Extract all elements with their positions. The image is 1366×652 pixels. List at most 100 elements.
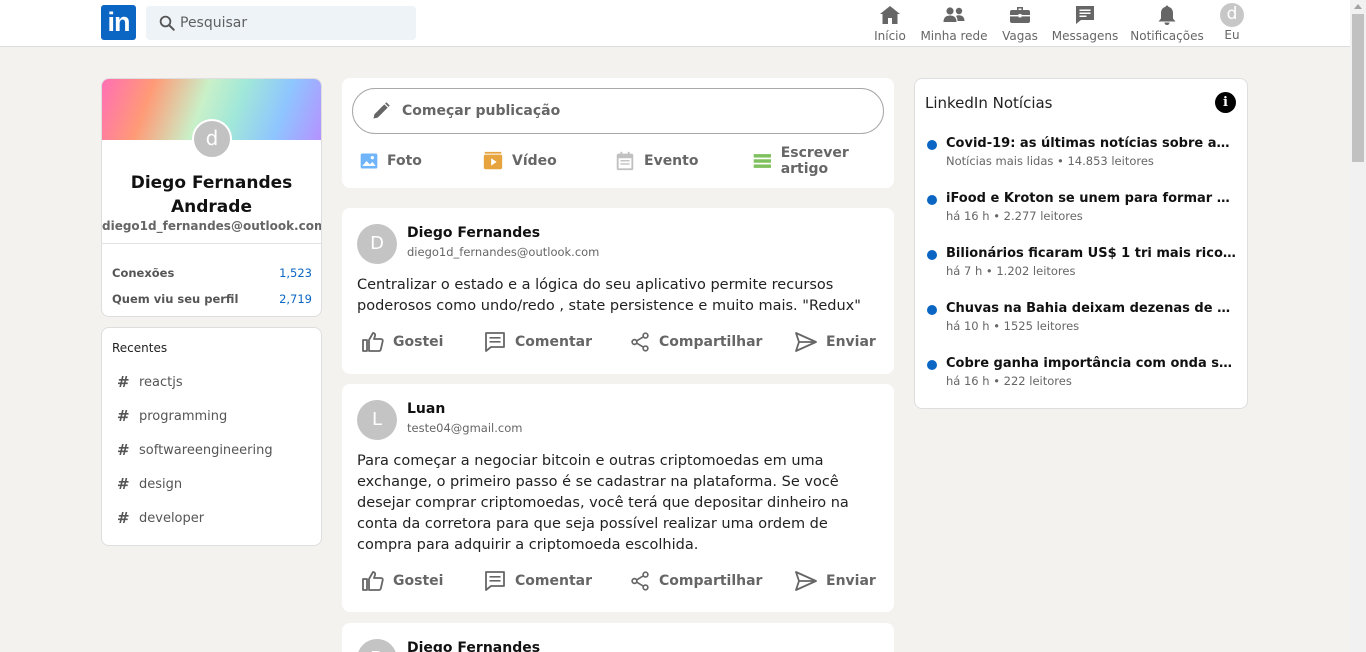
connections-stat[interactable]: Conexões 1,523 (112, 266, 312, 280)
post-card: D Diego Fernandes diego1d_fernandes@outl… (342, 208, 894, 374)
event-button[interactable]: Evento (614, 150, 698, 172)
comment-icon (485, 332, 505, 352)
hashtag-icon: # (117, 441, 130, 459)
profile-views-stat[interactable]: Quem viu seu perfil 2,719 (112, 292, 312, 306)
send-icon (795, 571, 817, 591)
nav-network[interactable]: Minha rede (920, 2, 988, 46)
thumbs-up-icon (362, 571, 384, 591)
nav-me[interactable]: d Eu (1218, 2, 1246, 46)
news-meta: há 7 h • 1.202 leitores (946, 264, 1076, 278)
send-label: Enviar (826, 334, 876, 350)
home-icon (877, 2, 903, 28)
share-label: Compartilhar (659, 573, 763, 589)
post-email: diego1d_fernandes@outlook.com (407, 245, 600, 259)
recent-title: Recentes (112, 341, 168, 355)
event-label: Evento (644, 153, 699, 169)
post-card: L Luan teste04@gmail.com Para começar a … (342, 384, 894, 612)
recent-label: programming (139, 408, 228, 424)
article-icon (753, 154, 771, 168)
post-author[interactable]: Diego Fernandes (407, 640, 540, 652)
messages-icon (1072, 2, 1098, 28)
photo-label: Foto (387, 153, 422, 169)
send-icon (795, 332, 817, 352)
search-box[interactable] (146, 6, 416, 40)
share-icon (631, 571, 649, 591)
hashtag-icon: # (117, 509, 130, 527)
bullet-icon (927, 140, 937, 150)
post-author[interactable]: Diego Fernandes (407, 225, 540, 241)
news-title: LinkedIn Notícias (925, 94, 1053, 112)
top-navbar: in Início Minha rede Vagas Messagens Not… (0, 0, 1350, 47)
post-avatar[interactable]: L (357, 400, 397, 440)
hashtag-icon: # (117, 475, 130, 493)
post-avatar[interactable]: D (357, 224, 397, 264)
comment-button[interactable]: Comentar (483, 569, 592, 593)
post-author[interactable]: Luan (407, 401, 445, 417)
send-button[interactable]: Enviar (794, 569, 876, 593)
photo-button[interactable]: Foto (359, 150, 422, 172)
news-meta: Notícias mais lidas • 14.853 leitores (946, 154, 1154, 168)
start-post-button[interactable]: Começar publicação (352, 88, 884, 134)
profile-avatar[interactable]: d (192, 119, 232, 159)
news-meta: há 16 h • 222 leitores (946, 374, 1072, 388)
composer-card: Começar publicação Foto Vídeo Evento Esc… (342, 78, 894, 188)
comment-button[interactable]: Comentar (483, 330, 592, 354)
news-headline: Chuvas na Bahia deixam dezenas de morado… (946, 301, 1236, 316)
video-label: Vídeo (512, 153, 557, 169)
nav-jobs-label: Vagas (1002, 29, 1038, 43)
divider (102, 243, 321, 244)
scroll-up-arrow-icon[interactable] (1354, 4, 1362, 9)
start-post-label: Começar publicação (402, 103, 561, 119)
share-icon (631, 332, 649, 352)
profile-card: d Diego Fernandes Andrade diego1d_fernan… (101, 78, 322, 317)
write-article-label: Escrever artigo (780, 145, 849, 177)
share-button[interactable]: Compartilhar (629, 569, 762, 593)
calendar-icon (616, 151, 634, 171)
nav-notifications-label: Notificações (1130, 29, 1204, 43)
bullet-icon (927, 195, 937, 205)
stat-value: 2,719 (279, 292, 312, 306)
comment-label: Comentar (515, 334, 592, 350)
recent-card: Recentes # reactjs # programming # softw… (101, 327, 322, 546)
like-button[interactable]: Gostei (361, 330, 443, 354)
post-card: D Diego Fernandes (342, 623, 894, 652)
share-button[interactable]: Compartilhar (629, 330, 762, 354)
nav-me-label: Eu (1224, 28, 1240, 42)
nav-jobs[interactable]: Vagas (1002, 2, 1038, 46)
news-headline: Covid-19: as últimas notícias sobre as v… (946, 136, 1236, 151)
bullet-icon (927, 360, 937, 370)
send-button[interactable]: Enviar (794, 330, 876, 354)
stat-label: Conexões (112, 266, 175, 280)
video-button[interactable]: Vídeo (482, 150, 557, 172)
briefcase-icon (1007, 2, 1033, 28)
post-avatar[interactable]: D (357, 639, 397, 652)
profile-email: diego1d_fernandes@outlook.com (102, 219, 322, 233)
profile-name[interactable]: Diego Fernandes Andrade (102, 171, 321, 219)
nav-home[interactable]: Início (873, 2, 907, 46)
recent-item-softwareengineering[interactable]: # softwareengineering (117, 441, 273, 459)
like-label: Gostei (393, 334, 444, 350)
recent-item-reactjs[interactable]: # reactjs (117, 373, 183, 391)
video-icon (483, 151, 503, 170)
info-icon[interactable]: i (1215, 92, 1236, 113)
linkedin-logo[interactable]: in (101, 5, 136, 40)
news-headline: iFood e Kroton se unem para formar um pr… (946, 191, 1236, 206)
stat-label: Quem viu seu perfil (112, 292, 239, 306)
thumbs-up-icon (362, 332, 384, 352)
nav-home-label: Início (874, 29, 906, 43)
search-input[interactable] (180, 6, 410, 40)
vertical-scrollbar[interactable] (1350, 0, 1366, 652)
scrollbar-thumb[interactable] (1352, 14, 1364, 162)
avatar: d (1220, 3, 1244, 27)
news-headline: Cobre ganha importância com onda sustent… (946, 356, 1236, 371)
stat-value: 1,523 (279, 266, 312, 280)
like-button[interactable]: Gostei (361, 569, 443, 593)
network-icon (941, 2, 967, 28)
nav-notifications[interactable]: Notificações (1130, 2, 1204, 46)
comment-label: Comentar (515, 573, 592, 589)
recent-item-design[interactable]: # design (117, 475, 182, 493)
write-article-button[interactable]: Escrever artigo (752, 145, 894, 177)
recent-item-programming[interactable]: # programming (117, 407, 227, 425)
recent-item-developer[interactable]: # developer (117, 509, 204, 527)
nav-messages[interactable]: Messagens (1052, 2, 1118, 46)
